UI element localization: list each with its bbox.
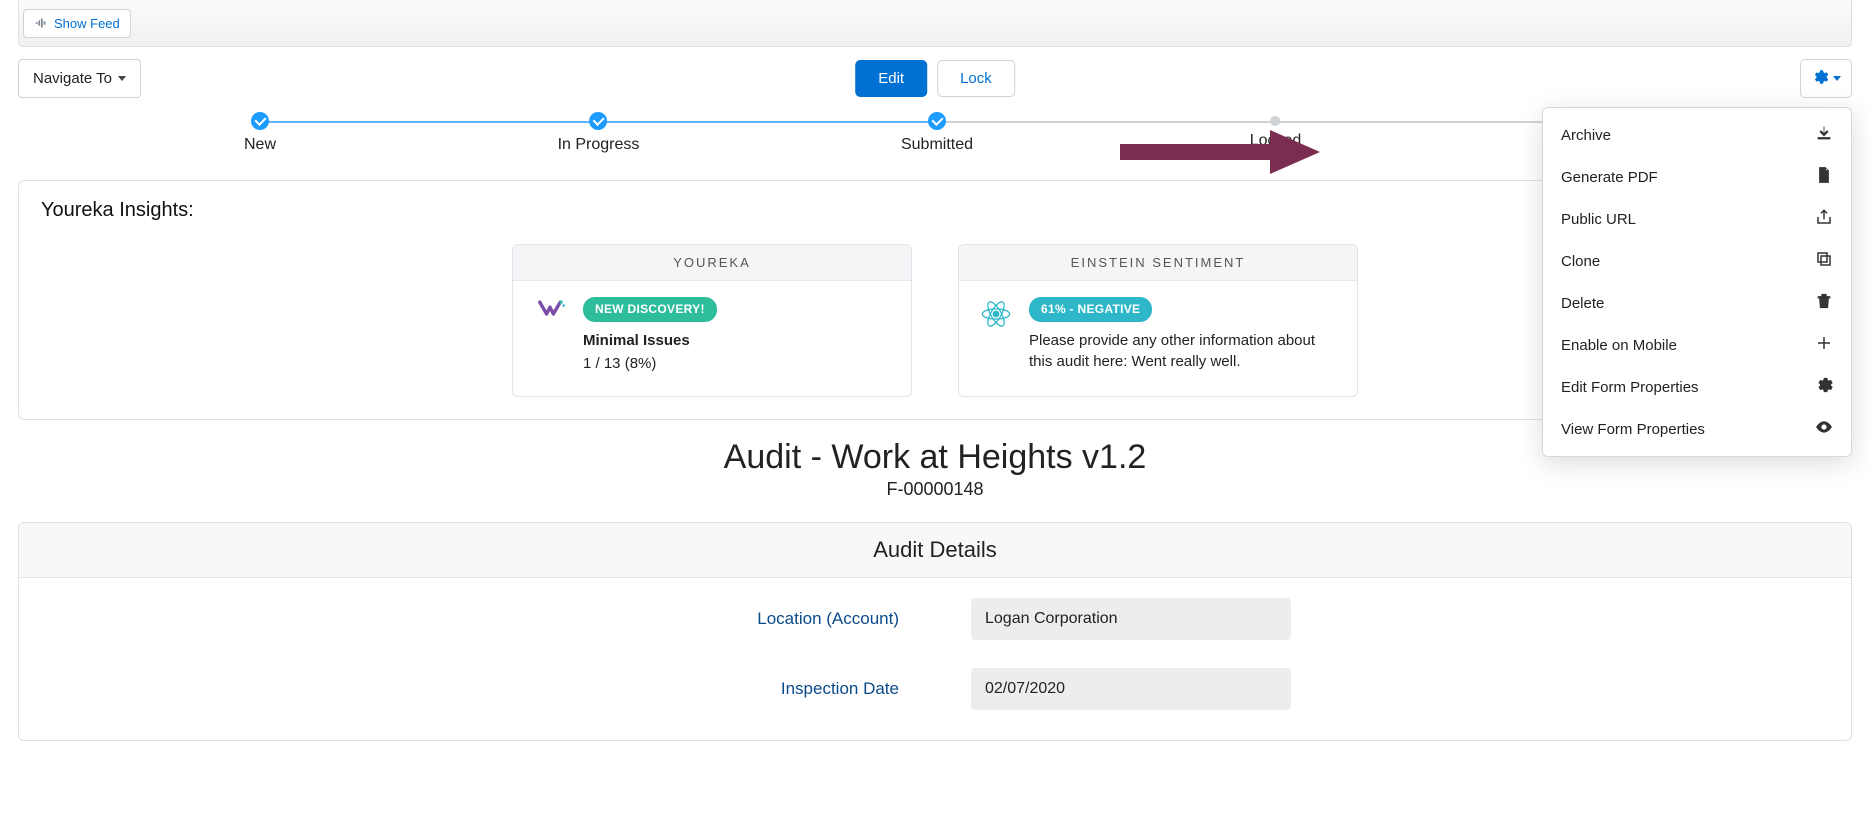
check-icon — [590, 112, 608, 130]
settings-menu: Archive Generate PDF Public URL Clone Delete… — [1542, 107, 1852, 457]
audit-details-header: Audit Details — [19, 523, 1851, 578]
menu-item-clone[interactable]: Clone — [1543, 240, 1851, 282]
field-label: Inspection Date — [579, 679, 899, 699]
field-value: Logan Corporation — [971, 598, 1291, 640]
stage-new[interactable]: New — [244, 112, 276, 154]
top-toolbar: Show Feed — [18, 0, 1852, 47]
menu-item-generate-pdf[interactable]: Generate PDF — [1543, 156, 1851, 198]
show-feed-label: Show Feed — [54, 16, 120, 31]
menu-item-label: Clone — [1561, 253, 1600, 270]
navigate-to-dropdown[interactable]: Navigate To — [18, 59, 141, 98]
insight-card: EINSTEIN SENTIMENT 61% - NEGATIVE Please p… — [958, 244, 1358, 397]
field-row: Location (Account) Logan Corporation — [39, 598, 1831, 640]
gear-icon — [1811, 68, 1829, 89]
check-icon — [928, 112, 946, 130]
download-icon — [1815, 124, 1833, 146]
insight-card-header: YOUREKA — [513, 245, 911, 281]
insight-pill: NEW DISCOVERY! — [583, 297, 717, 322]
stage-submitted[interactable]: Submitted — [901, 112, 973, 154]
plus-icon — [1815, 334, 1833, 356]
menu-item-label: Generate PDF — [1561, 169, 1658, 186]
menu-item-delete[interactable]: Delete — [1543, 282, 1851, 324]
menu-item-archive[interactable]: Archive — [1543, 114, 1851, 156]
field-label: Location (Account) — [579, 609, 899, 629]
share-icon — [1815, 208, 1833, 230]
insight-line1: Minimal Issues — [583, 330, 717, 351]
menu-item-edit-form-properties[interactable]: Edit Form Properties — [1543, 366, 1851, 408]
chevron-down-icon — [1833, 76, 1841, 81]
copy-icon — [1815, 250, 1833, 272]
menu-item-label: Delete — [1561, 295, 1604, 312]
menu-item-label: Edit Form Properties — [1561, 379, 1699, 396]
insight-card: YOUREKA NEW DISCOVERY! Minimal Issues 1 / 1… — [512, 244, 912, 397]
audit-details-section: Audit Details Location (Account) Logan Co… — [18, 522, 1852, 741]
stage-label: In Progress — [558, 136, 640, 154]
insight-card-text: NEW DISCOVERY! Minimal Issues 1 / 13 (8%) — [583, 297, 717, 374]
field-value: 02/07/2020 — [971, 668, 1291, 710]
youreka-icon — [533, 297, 567, 331]
chevron-down-icon — [118, 76, 126, 81]
trash-icon — [1815, 292, 1833, 314]
menu-item-label: View Form Properties — [1561, 421, 1705, 438]
menu-item-label: Public URL — [1561, 211, 1636, 228]
menu-item-label: Archive — [1561, 127, 1611, 144]
center-buttons: Edit Lock — [855, 60, 1015, 97]
menu-item-view-form-properties[interactable]: View Form Properties — [1543, 408, 1851, 450]
stage-label: Submitted — [901, 136, 973, 154]
insight-card-text: 61% - NEGATIVE Please provide any other i… — [1029, 297, 1337, 372]
menu-item-label: Enable on Mobile — [1561, 337, 1677, 354]
stage-in-progress[interactable]: In Progress — [558, 112, 640, 154]
navigate-to-label: Navigate To — [33, 70, 112, 87]
record-id: F-00000148 — [0, 479, 1870, 500]
eye-icon — [1815, 418, 1833, 440]
pending-dot-icon — [1271, 116, 1281, 126]
edit-button[interactable]: Edit — [855, 60, 927, 97]
einstein-icon — [979, 297, 1013, 331]
insight-card-header: EINSTEIN SENTIMENT — [959, 245, 1357, 281]
feed-icon — [34, 16, 48, 30]
menu-item-enable-on-mobile[interactable]: Enable on Mobile — [1543, 324, 1851, 366]
action-row: Navigate To Edit Lock ArchiveGenerate PD… — [0, 55, 1870, 106]
lock-button[interactable]: Lock — [937, 60, 1015, 97]
gear-icon — [1815, 376, 1833, 398]
stage-label: Locked — [1250, 132, 1302, 150]
settings-dropdown-button[interactable] — [1800, 59, 1852, 98]
menu-item-public-url[interactable]: Public URL — [1543, 198, 1851, 240]
stage-label: New — [244, 136, 276, 154]
insight-line2: Please provide any other information abo… — [1029, 332, 1315, 370]
field-row: Inspection Date 02/07/2020 — [39, 668, 1831, 710]
stage-locked[interactable]: Locked — [1250, 112, 1302, 150]
show-feed-button[interactable]: Show Feed — [23, 9, 131, 38]
file-icon — [1815, 166, 1833, 188]
insight-pill: 61% - NEGATIVE — [1029, 297, 1152, 322]
insight-line2: 1 / 13 (8%) — [583, 355, 656, 372]
check-icon — [251, 112, 269, 130]
